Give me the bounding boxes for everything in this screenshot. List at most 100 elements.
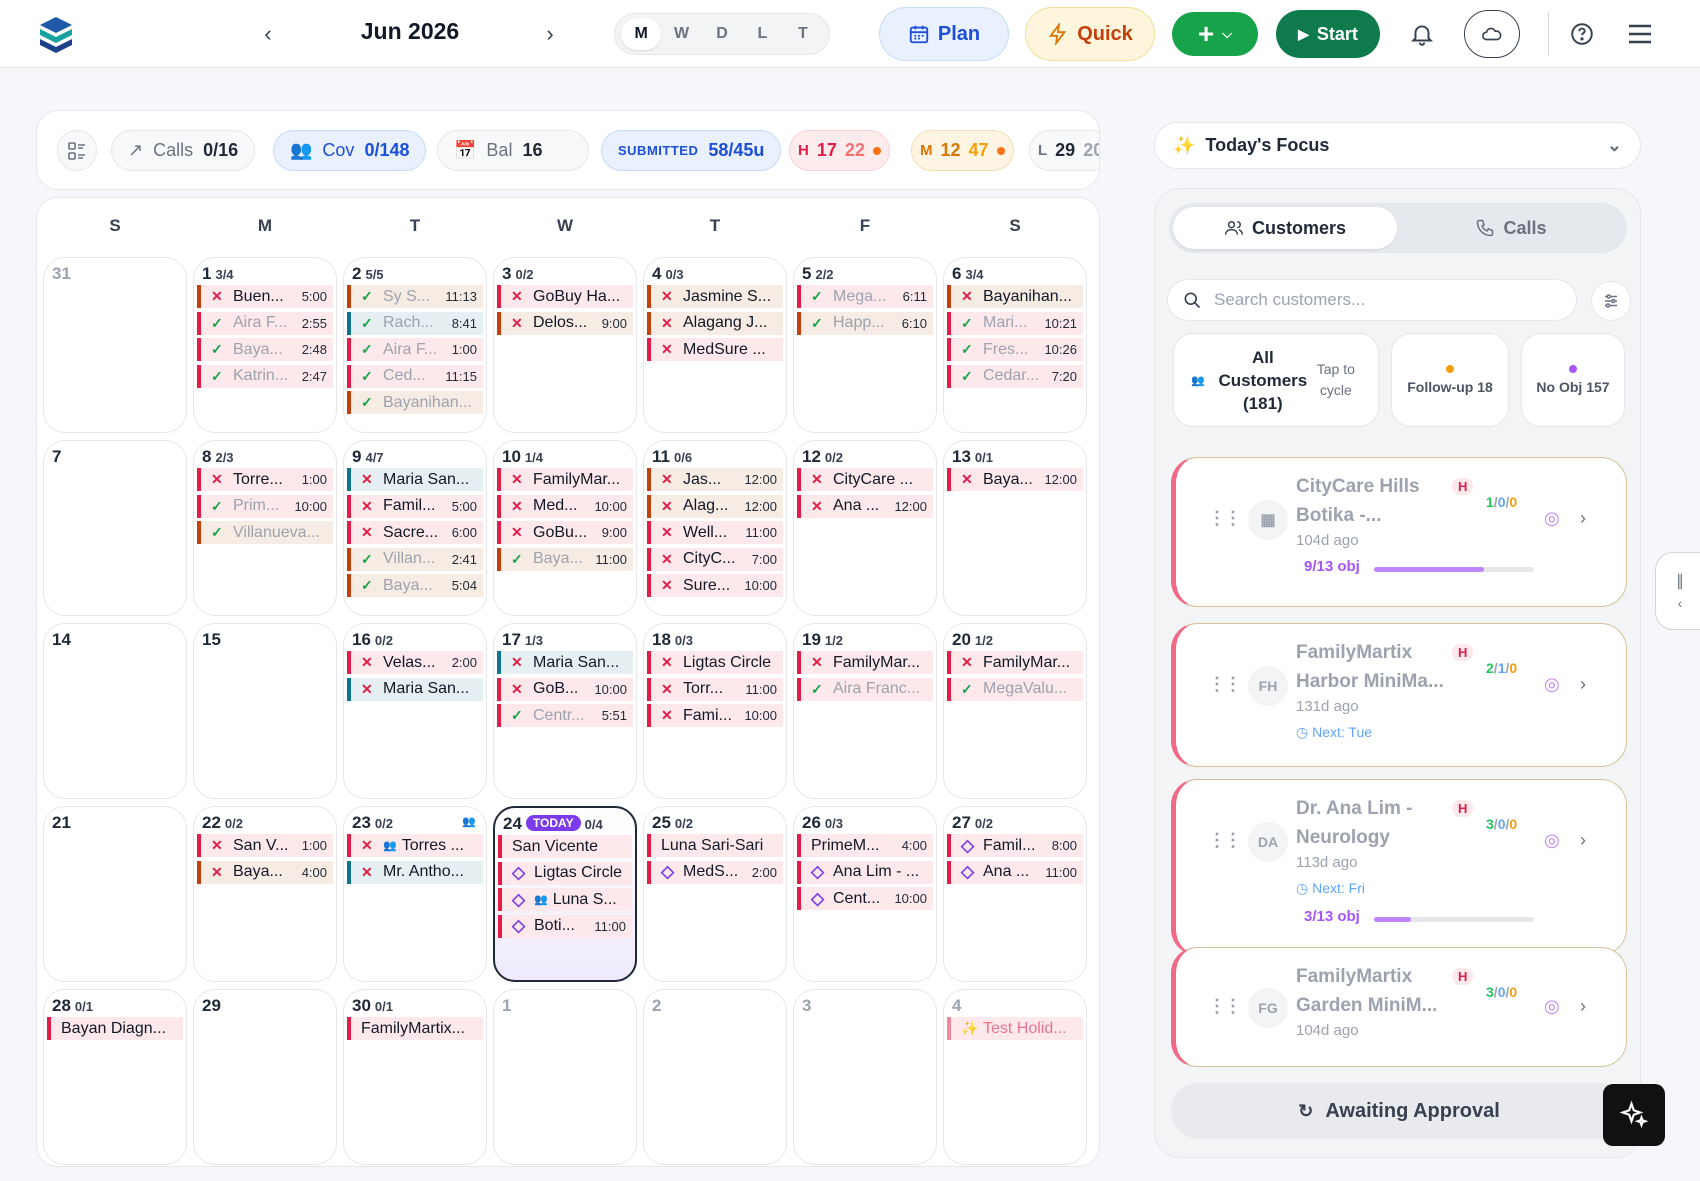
calendar-event[interactable]: ✕ Fami... 10:00 <box>647 704 783 727</box>
medium-priority-stat[interactable]: M 12 47 <box>911 130 1014 171</box>
calendar-event[interactable]: ◇ Ligtas Circle <box>498 861 632 885</box>
calendar-event[interactable]: ✕ Jasmine S... <box>647 285 783 308</box>
calendar-event[interactable]: ✕ San V... 1:00 <box>197 834 333 857</box>
calendar-event[interactable]: ✕ CityCare ... <box>797 468 933 491</box>
followup-filter[interactable]: Follow-up 18 <box>1391 333 1509 427</box>
calendar-day[interactable]: 19 1/2 ✕ FamilyMar... ✓ Aira Franc... <box>793 623 937 799</box>
calendar-event[interactable]: ✓ Ced... 11:15 <box>347 364 483 388</box>
calendar-event[interactable]: ✓ Katrin... 2:47 <box>197 364 333 388</box>
calendar-event[interactable]: ✕ Maria San... <box>497 651 633 674</box>
chevron-right-icon[interactable]: › <box>1580 996 1586 1017</box>
calendar-event[interactable]: ✕ Velas... 2:00 <box>347 651 483 674</box>
calendar-day[interactable]: 25 0/2 Luna Sari-Sari ◇ MedS... 2:00 <box>643 806 787 982</box>
calendar-event[interactable]: ✕ Ligtas Circle <box>647 651 783 674</box>
calendar-day[interactable]: 3 0/2 ✕ GoBuy Ha... ✕ Delos... 9:00 <box>493 257 637 433</box>
calendar-event[interactable]: ✕ 👥 Torres ... <box>347 834 483 857</box>
coverage-stat[interactable]: 👥 Cov 0/148 <box>273 130 427 171</box>
target-icon[interactable]: ◎ <box>1544 508 1560 529</box>
calendar-event[interactable]: ✕ Torre... 1:00 <box>197 468 333 491</box>
calendar-event[interactable]: ✓ Bayanihan... <box>347 391 483 414</box>
calendar-event[interactable]: ✓ Happ... 6:10 <box>797 311 933 335</box>
calendar-event[interactable]: ✓ Aira Franc... <box>797 677 933 701</box>
calendar-day[interactable]: 1 3/4 ✕ Buen... 5:00 ✓ Aira F... 2:55 ✓ Baya... 2:… <box>193 257 337 433</box>
calendar-event[interactable]: ✕ Med... 10:00 <box>497 494 633 518</box>
calendar-day[interactable]: 23 0/2 👥 ✕ 👥 Torres ... ✕ Mr. Antho... <box>343 806 487 982</box>
calendar-event[interactable]: ✕ Alag... 12:00 <box>647 494 783 518</box>
calendar-day[interactable]: 28 0/1 Bayan Diagn... <box>43 989 187 1165</box>
submitted-stat[interactable]: SUBMITTED 58/45u <box>601 130 782 171</box>
balance-stat[interactable]: 📅 Bal 16 <box>437 130 589 171</box>
calendar-event[interactable]: ✕ Famil... 5:00 <box>347 494 483 518</box>
calendar-day[interactable]: 26 0/3 PrimeM... 4:00 ◇ Ana Lim - ... ◇ Cent...… <box>793 806 937 982</box>
calendar-day[interactable]: 10 1/4 ✕ FamilyMar... ✕ Med... 10:00 ✕ GoBu... 9:… <box>493 440 637 616</box>
calendar-day[interactable]: 14 <box>43 623 187 799</box>
calendar-event[interactable]: ✓ Baya... 5:04 <box>347 574 483 597</box>
calendar-day[interactable]: 16 0/2 ✕ Velas... 2:00 ✕ Maria San... <box>343 623 487 799</box>
calendar-day[interactable]: 22 0/2 ✕ San V... 1:00 ✕ Baya... 4:00 <box>193 806 337 982</box>
calendar-event[interactable]: ✓ Aira F... 2:55 <box>197 311 333 335</box>
calendar-event[interactable]: San Vicente <box>498 835 632 858</box>
calendar-event[interactable]: ◇ Famil... 8:00 <box>947 834 1083 857</box>
calendar-day[interactable]: 29 <box>193 989 337 1165</box>
help-button[interactable] <box>1562 14 1602 54</box>
notifications-button[interactable] <box>1402 14 1442 54</box>
calendar-event[interactable]: ✕ Bayanihan... <box>947 285 1083 308</box>
calendar-event[interactable]: ✕ FamilyMar... <box>947 651 1083 674</box>
chevron-right-icon[interactable]: › <box>1580 674 1586 695</box>
no-objective-filter[interactable]: No Obj 157 <box>1521 333 1625 427</box>
app-logo[interactable] <box>36 14 76 54</box>
target-icon[interactable]: ◎ <box>1544 830 1560 851</box>
calendar-day[interactable]: 20 1/2 ✕ FamilyMar... ✓ MegaValu... <box>943 623 1087 799</box>
calendar-day[interactable]: 21 <box>43 806 187 982</box>
target-icon[interactable]: ◎ <box>1544 674 1560 695</box>
target-icon[interactable]: ◎ <box>1544 996 1560 1017</box>
chevron-right-icon[interactable]: › <box>1580 508 1586 529</box>
calendar-event[interactable]: Luna Sari-Sari <box>647 834 783 857</box>
calendar-day[interactable]: 12 0/2 ✕ CityCare ... ✕ Ana ... 12:00 <box>793 440 937 616</box>
prev-month-button[interactable]: ‹ <box>250 16 286 52</box>
calendar-event[interactable]: ✕ Buen... 5:00 <box>197 285 333 308</box>
calendar-day[interactable]: 31 <box>43 257 187 433</box>
customer-card[interactable]: ⋮⋮ FH FamilyMartix Harbor MiniMa... H 2/1/0 1… <box>1171 623 1627 767</box>
calendar-event[interactable]: ✕ Torr... 11:00 <box>647 677 783 701</box>
view-timeline[interactable]: T <box>783 18 823 50</box>
todays-focus-dropdown[interactable]: ✨ Today's Focus ⌄ <box>1154 122 1641 169</box>
calendar-day-today[interactable]: 24 TODAY 0/4 San Vicente ◇ Ligtas Circle ◇ 👥 Lun… <box>493 806 637 982</box>
calendar-event[interactable]: ✓ Sy S... 11:13 <box>347 285 483 308</box>
calendar-day[interactable]: 8 2/3 ✕ Torre... 1:00 ✓ Prim... 10:00 ✓ Villanuev… <box>193 440 337 616</box>
calendar-day[interactable]: 5 2/2 ✓ Mega... 6:11 ✓ Happ... 6:10 <box>793 257 937 433</box>
calendar-event[interactable]: ✕ Sacre... 6:00 <box>347 521 483 544</box>
menu-button[interactable] <box>1620 14 1660 54</box>
sync-button[interactable] <box>1464 10 1520 58</box>
calendar-event[interactable]: ✕ CityC... 7:00 <box>647 547 783 571</box>
calendar-event[interactable]: PrimeM... 4:00 <box>797 834 933 857</box>
calendar-event[interactable]: ✕ Maria San... <box>347 468 483 491</box>
plan-button[interactable]: Plan <box>879 7 1009 61</box>
filter-button[interactable] <box>1591 281 1631 321</box>
calendar-event[interactable]: ✕ MedSure ... <box>647 338 783 361</box>
calendar-event[interactable]: ◇ 👥 Luna S... <box>498 888 632 911</box>
calendar-event[interactable]: ◇ Boti... 11:00 <box>498 914 632 938</box>
customer-card[interactable]: ⋮⋮ FG FamilyMartix Garden MiniM... H 3/0/0 10… <box>1171 947 1627 1067</box>
calendar-day[interactable]: 2 <box>643 989 787 1165</box>
all-customers-filter[interactable]: 👥 All Customers (181) Tap to cycle <box>1173 333 1379 427</box>
calendar-event[interactable]: ✓ Mega... 6:11 <box>797 285 933 308</box>
drag-handle-icon[interactable]: ⋮⋮ <box>1208 508 1242 529</box>
calendar-event[interactable]: ✓ Villanueva... <box>197 521 333 544</box>
calendar-event[interactable]: ✕ Mr. Antho... <box>347 860 483 884</box>
drag-handle-icon[interactable]: ⋮⋮ <box>1208 996 1242 1017</box>
start-button[interactable]: ▶ Start <box>1276 10 1380 58</box>
calendar-event[interactable]: ◇ Cent... 10:00 <box>797 887 933 910</box>
calendar-day[interactable]: 17 1/3 ✕ Maria San... ✕ GoB... 10:00 ✓ Centr... 5… <box>493 623 637 799</box>
calendar-event[interactable]: ✓ Rach... 8:41 <box>347 311 483 335</box>
calendar-event[interactable]: ✕ GoBu... 9:00 <box>497 521 633 544</box>
calendar-event[interactable]: ✕ Maria San... <box>347 677 483 701</box>
calendar-event[interactable]: ✕ Sure... 10:00 <box>647 574 783 597</box>
calendar-event[interactable]: ✓ Baya... 11:00 <box>497 547 633 571</box>
calendar-day[interactable]: 18 0/3 ✕ Ligtas Circle ✕ Torr... 11:00 ✕ Fami...… <box>643 623 787 799</box>
calendar-event[interactable]: ◇ Ana Lim - ... <box>797 860 933 884</box>
calendar-event[interactable]: ✓ Centr... 5:51 <box>497 704 633 727</box>
calendar-event[interactable]: ✓ Mari... 10:21 <box>947 311 1083 335</box>
calendar-event[interactable]: ✕ GoBuy Ha... <box>497 285 633 308</box>
calendar-event[interactable]: ✕ Baya... 4:00 <box>197 860 333 884</box>
